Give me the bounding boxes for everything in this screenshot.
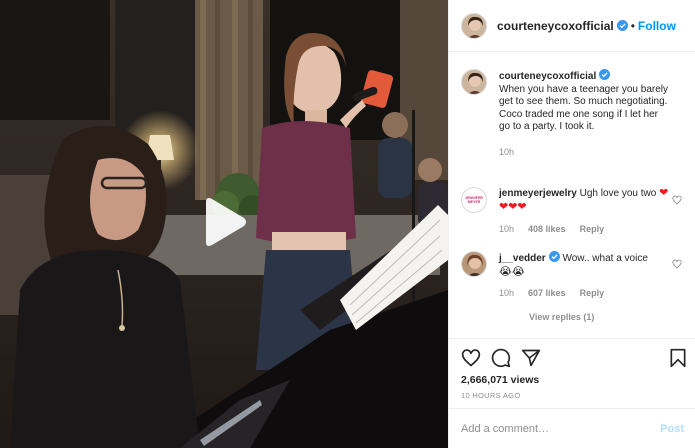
caption-time[interactable]: 10h — [499, 146, 514, 159]
comment-time[interactable]: 10h — [499, 287, 514, 300]
post-side-panel: courteneycoxofficial • Follow courteneyc… — [448, 0, 695, 448]
comments-list[interactable]: courteneycoxofficial When you have a tee… — [449, 53, 695, 338]
verified-badge-icon — [616, 20, 628, 31]
author-username[interactable]: courteneycoxofficial — [497, 19, 614, 33]
commenter-avatar[interactable] — [461, 251, 487, 277]
view-count[interactable]: 2,666,071 views — [461, 374, 539, 386]
comment-like-heart-icon[interactable] — [672, 195, 682, 205]
commenter-avatar[interactable]: JENNIFER MEYER — [461, 187, 487, 213]
post-actions: 2,666,071 views 10 HOURS AGO — [449, 338, 695, 408]
share-icon[interactable] — [521, 348, 541, 368]
avatar-logo-text: JENNIFER MEYER — [465, 196, 483, 204]
comment-icon[interactable] — [491, 348, 511, 368]
comment-username[interactable]: j__vedder — [499, 253, 546, 264]
bookmark-icon[interactable] — [669, 348, 687, 368]
view-replies-label: View replies (1) — [529, 312, 595, 322]
caption-username[interactable]: courteneycoxofficial — [499, 71, 596, 82]
video-player[interactable] — [0, 0, 448, 448]
verified-badge-icon — [548, 251, 560, 262]
comment-like-heart-icon[interactable] — [672, 259, 682, 269]
verified-badge-icon — [599, 69, 611, 80]
post-time[interactable]: 10 HOURS AGO — [461, 391, 520, 400]
post-header: courteneycoxofficial • Follow — [449, 0, 695, 52]
caption-author-avatar[interactable] — [461, 69, 487, 95]
comment-likes[interactable]: 408 likes — [528, 223, 566, 236]
add-comment-bar: Post — [449, 408, 695, 448]
play-button[interactable] — [199, 194, 251, 250]
comment-item: j__vedder Wow.. what a voice 😭😭 10h 607 … — [461, 251, 686, 300]
comment-emoji: 😭😭 — [499, 264, 525, 278]
heart-icon[interactable] — [461, 348, 481, 368]
comment-likes[interactable]: 607 likes — [528, 287, 566, 300]
comment-time[interactable]: 10h — [499, 223, 514, 236]
add-comment-input[interactable] — [461, 422, 661, 435]
follow-button[interactable]: Follow — [638, 19, 676, 33]
header-separator: • — [630, 18, 635, 33]
view-replies-button[interactable]: View replies (1) — [529, 312, 594, 322]
caption-text: When you have a teenager you barely get … — [499, 83, 668, 133]
comment-username[interactable]: jenmeyerjewelry — [499, 188, 577, 199]
comment-item: JENNIFER MEYER jenmeyerjewelry Ugh love … — [461, 186, 686, 236]
comment-text: Wow.. what a voice — [562, 253, 648, 264]
post-comment-button[interactable]: Post — [660, 423, 684, 435]
reply-button[interactable]: Reply — [580, 223, 605, 236]
reply-button[interactable]: Reply — [580, 287, 605, 300]
author-avatar[interactable] — [461, 12, 487, 39]
play-icon — [206, 198, 246, 246]
comment-text: Ugh love you two — [579, 188, 657, 199]
caption: courteneycoxofficial When you have a tee… — [461, 69, 686, 158]
